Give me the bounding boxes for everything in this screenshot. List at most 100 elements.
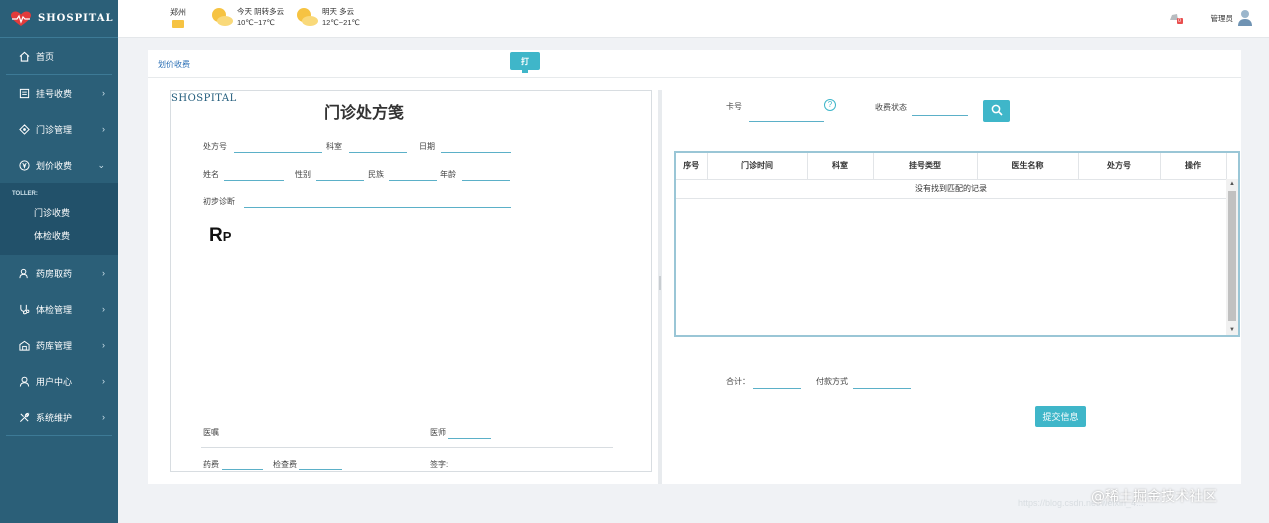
exam-fee-field[interactable]: [299, 469, 342, 470]
divider: [6, 435, 112, 436]
weather-today: 今天 阴转多云 10℃~17℃: [210, 6, 284, 28]
ethnic-label: 民族: [368, 170, 384, 179]
dept-field[interactable]: [349, 152, 407, 153]
rx-no-field[interactable]: [234, 152, 322, 153]
sidebar-item-registration[interactable]: 挂号收费 ›: [0, 75, 118, 111]
dept-label: 科室: [326, 142, 342, 151]
help-icon[interactable]: ?: [824, 99, 836, 111]
sidebar: SHOSPITAL 首页 挂号收费 › 门诊管理 › 划价收费 ⌄ TOLLER…: [0, 0, 118, 523]
records-table: 序号 门诊时间 科室 挂号类型 医生名称 处方号 操作 没有找到匹配的记录 ▲ …: [674, 151, 1240, 337]
header-right: 0 管理员: [1169, 9, 1254, 27]
splitter-grip[interactable]: [659, 276, 661, 290]
name-label: 姓名: [203, 170, 219, 179]
sidebar-item-outpatient[interactable]: 门诊管理 ›: [0, 111, 118, 147]
search-button[interactable]: [983, 100, 1010, 122]
sidebar-item-label: 药房取药: [36, 268, 73, 279]
watermark: @稀土掘金技术社区: [1091, 489, 1217, 505]
panel-splitter[interactable]: [658, 90, 662, 484]
scroll-down-icon[interactable]: ▼: [1226, 325, 1238, 335]
diamond-icon: [18, 123, 30, 135]
top-header: 郑州 今天 阴转多云 10℃~17℃ 明天 多云 12℃~21℃ 0 管理员: [118, 0, 1269, 38]
user-icon: [18, 375, 30, 387]
sidebar-item-label: 挂号收费: [36, 88, 73, 99]
sign-label: 签字:: [430, 460, 449, 469]
chevron-down-icon: ⌄: [97, 159, 105, 170]
sidebar-item-exam[interactable]: 体检管理 ›: [0, 291, 118, 327]
city-name: 郑州: [170, 8, 186, 17]
weather-today-temp: 10℃~17℃: [237, 18, 275, 27]
advice-label: 医嘱: [203, 428, 219, 437]
status-select[interactable]: [912, 115, 968, 116]
logo[interactable]: SHOSPITAL: [0, 0, 118, 38]
partly-cloudy-icon: [297, 8, 318, 26]
sidebar-item-user-center[interactable]: 用户中心 ›: [0, 363, 118, 399]
weather-today-label: 今天: [237, 7, 252, 16]
chevron-right-icon: ›: [102, 88, 105, 98]
sidebar-item-system[interactable]: 系统维护 ›: [0, 399, 118, 435]
payment-select[interactable]: [853, 388, 911, 389]
column-header[interactable]: 序号: [676, 153, 708, 180]
city-icon: [172, 20, 184, 28]
ethnic-field[interactable]: [389, 180, 437, 181]
print-button[interactable]: 打: [510, 52, 540, 73]
column-header[interactable]: 挂号类型: [873, 153, 978, 180]
user-name[interactable]: 管理员: [1211, 13, 1234, 24]
column-header[interactable]: 科室: [807, 153, 874, 180]
notification-icon[interactable]: 0: [1169, 13, 1183, 24]
sidebar-item-label: 药库管理: [36, 340, 73, 351]
submenu-item-outpatient-fee[interactable]: 门诊收费: [0, 201, 118, 224]
sidebar-item-pricing[interactable]: 划价收费 ⌄: [0, 147, 118, 183]
diagnosis-label: 初步诊断: [203, 197, 235, 206]
payment-label: 付款方式: [816, 377, 848, 386]
sidebar-item-pharmacy[interactable]: 药房取药 ›: [0, 255, 118, 291]
sidebar-item-label: 门诊管理: [36, 124, 73, 135]
prescription-title: 门诊处方笺: [324, 105, 405, 122]
chevron-right-icon: ›: [102, 340, 105, 350]
pricing-submenu: TOLLER: 门诊收费 体检收费: [0, 183, 118, 255]
sidebar-item-label: 首页: [36, 51, 55, 62]
weather-tomorrow: 明天 多云 12℃~21℃: [295, 6, 360, 28]
register-icon: [18, 87, 30, 99]
column-header[interactable]: 门诊时间: [707, 153, 808, 180]
weather-tomorrow-temp: 12℃~21℃: [322, 18, 360, 27]
hospital-name: SHOSPITAL: [171, 93, 237, 104]
chevron-right-icon: ›: [102, 304, 105, 314]
doctor-field[interactable]: [448, 438, 491, 439]
gender-field[interactable]: [316, 180, 364, 181]
tools-icon: [18, 411, 30, 423]
heartbeat-logo-icon: [11, 11, 31, 26]
submit-button[interactable]: 提交信息: [1035, 406, 1086, 427]
date-field[interactable]: [441, 152, 511, 153]
user-avatar-icon[interactable]: [1237, 9, 1253, 27]
sidebar-item-label: 系统维护: [36, 412, 73, 423]
name-field[interactable]: [224, 180, 284, 181]
age-label: 年龄: [440, 170, 456, 179]
warehouse-icon: [18, 339, 30, 351]
city-location[interactable]: 郑州: [170, 7, 186, 28]
scroll-thumb[interactable]: [1228, 191, 1236, 321]
sidebar-item-home[interactable]: 首页: [0, 38, 118, 74]
stethoscope-icon: [18, 303, 30, 315]
date-label: 日期: [419, 142, 435, 151]
search-icon: [991, 104, 1003, 116]
doctor-label: 医师: [430, 428, 446, 437]
drug-fee-field[interactable]: [222, 469, 263, 470]
column-header[interactable]: 处方号: [1078, 153, 1161, 180]
rp-symbol: RP: [209, 225, 231, 247]
sidebar-item-label: 用户中心: [36, 376, 73, 387]
empty-message: 没有找到匹配的记录: [676, 179, 1226, 199]
age-field[interactable]: [462, 180, 510, 181]
total-field[interactable]: [753, 388, 801, 389]
table-header-row: 序号 门诊时间 科室 挂号类型 医生名称 处方号 操作: [676, 153, 1227, 180]
drug-fee-label: 药费: [203, 460, 219, 469]
sidebar-item-label: 划价收费: [36, 160, 73, 171]
table-scrollbar[interactable]: ▲ ▼: [1226, 179, 1238, 335]
diagnosis-field[interactable]: [244, 207, 511, 208]
sidebar-item-drug-store[interactable]: 药库管理 ›: [0, 327, 118, 363]
column-header[interactable]: 操作: [1160, 153, 1227, 180]
scroll-up-icon[interactable]: ▲: [1226, 179, 1238, 189]
chevron-right-icon: ›: [102, 412, 105, 422]
column-header[interactable]: 医生名称: [977, 153, 1079, 180]
card-no-input[interactable]: [749, 121, 824, 122]
submenu-item-exam-fee[interactable]: 体检收费: [0, 224, 118, 247]
